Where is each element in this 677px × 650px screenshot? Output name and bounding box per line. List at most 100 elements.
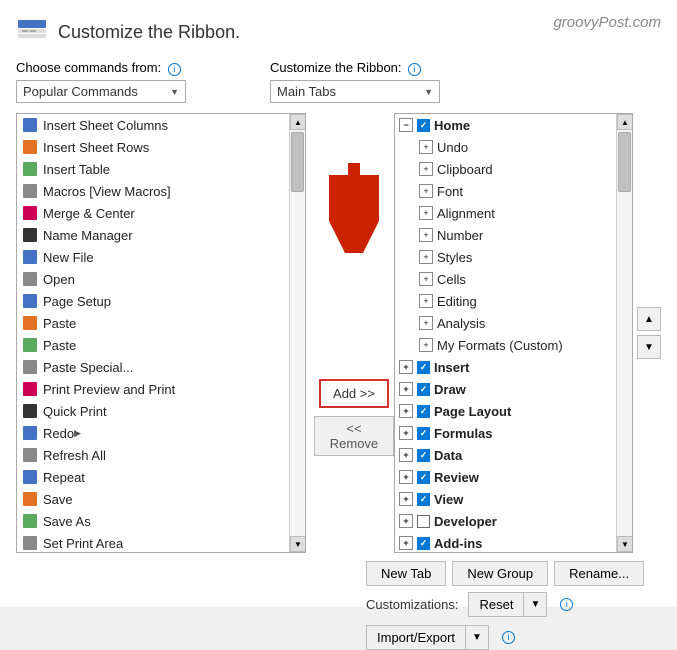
tree-item[interactable]: +Insert [395,356,616,378]
tree-checkbox[interactable] [417,405,430,418]
tree-checkbox[interactable] [417,515,430,528]
list-item[interactable]: Paste [17,334,289,356]
expand-icon[interactable]: + [419,294,433,308]
expand-icon[interactable]: + [419,228,433,242]
left-info-icon[interactable]: i [168,63,181,76]
rename-button[interactable]: Rename... [554,561,644,586]
right-scroll-thumb[interactable] [618,132,631,192]
tree-item[interactable]: +Page Layout [395,400,616,422]
import-export-main[interactable]: Import/Export [367,626,466,649]
expand-icon[interactable]: + [419,272,433,286]
tree-checkbox[interactable] [417,383,430,396]
left-scroll-up[interactable]: ▲ [290,114,306,130]
expand-icon[interactable]: + [419,316,433,330]
tree-checkbox[interactable] [417,119,430,132]
list-item[interactable]: Refresh All [17,444,289,466]
left-dropdown[interactable]: Popular Commands ▼ [16,80,186,103]
list-item[interactable]: Name Manager [17,224,289,246]
list-item[interactable]: Insert Table [17,158,289,180]
tree-item[interactable]: +Cells [395,268,616,290]
expand-icon[interactable]: + [399,492,413,506]
reset-split-button[interactable]: Reset ▼ [468,592,547,617]
expand-icon[interactable]: + [399,360,413,374]
list-item[interactable]: Open [17,268,289,290]
left-scroll-down[interactable]: ▼ [290,536,306,552]
expand-icon[interactable]: + [419,140,433,154]
expand-icon[interactable]: + [399,536,413,550]
right-list-scroll[interactable]: −Home+Undo+Clipboard+Font+Alignment+Numb… [395,114,616,552]
tree-item[interactable]: +Clipboard [395,158,616,180]
expand-icon[interactable]: + [419,250,433,264]
tree-item[interactable]: +Draw [395,378,616,400]
tree-checkbox[interactable] [417,449,430,462]
tree-checkbox[interactable] [417,361,430,374]
right-scroll-down[interactable]: ▼ [617,536,633,552]
list-item[interactable]: Paste Special... [17,356,289,378]
move-up-button[interactable]: ▲ [637,307,661,331]
tree-item[interactable]: +Review [395,466,616,488]
expand-icon[interactable]: + [419,338,433,352]
tree-item[interactable]: +Styles [395,246,616,268]
tree-item[interactable]: +Formulas [395,422,616,444]
list-item[interactable]: Insert Sheet Columns [17,114,289,136]
list-item[interactable]: Macros [View Macros] [17,180,289,202]
tree-item[interactable]: +Add-ins [395,532,616,552]
left-scroll-thumb[interactable] [291,132,304,192]
move-down-button[interactable]: ▼ [637,335,661,359]
left-list-scroll[interactable]: Insert Sheet ColumnsInsert Sheet RowsIns… [17,114,289,552]
collapse-icon[interactable]: − [399,118,413,132]
reset-button-arrow[interactable]: ▼ [524,593,546,616]
tree-checkbox[interactable] [417,493,430,506]
list-item[interactable]: Set Print Area [17,532,289,552]
right-scroll-up[interactable]: ▲ [617,114,633,130]
tree-item[interactable]: +Undo [395,136,616,158]
add-button[interactable]: Add >> [319,379,389,408]
right-scrollbar[interactable]: ▲ ▼ [616,114,632,552]
import-export-arrow[interactable]: ▼ [466,626,488,649]
list-item[interactable]: New File [17,246,289,268]
list-item[interactable]: Merge & Center [17,202,289,224]
remove-button[interactable]: << Remove [314,416,394,456]
tree-item[interactable]: +Developer [395,510,616,532]
item-label: Paste Special... [43,360,133,375]
import-export-info-icon[interactable]: i [502,631,515,644]
left-scrollbar[interactable]: ▲ ▼ [289,114,305,552]
tree-item[interactable]: +Alignment [395,202,616,224]
tree-checkbox[interactable] [417,427,430,440]
list-item[interactable]: Insert Sheet Rows [17,136,289,158]
expand-icon[interactable]: + [399,404,413,418]
tree-checkbox[interactable] [417,537,430,550]
new-tab-button[interactable]: New Tab [366,561,446,586]
tree-item[interactable]: +Editing [395,290,616,312]
tree-item[interactable]: +View [395,488,616,510]
tree-item[interactable]: +Data [395,444,616,466]
import-export-button[interactable]: Import/Export ▼ [366,625,489,650]
list-item[interactable]: Quick Print [17,400,289,422]
list-item[interactable]: Repeat [17,466,289,488]
expand-icon[interactable]: + [419,162,433,176]
tree-item[interactable]: +Number [395,224,616,246]
list-item[interactable]: Page Setup [17,290,289,312]
expand-icon[interactable]: + [419,206,433,220]
expand-icon[interactable]: + [419,184,433,198]
reset-button-main[interactable]: Reset [469,593,524,616]
list-item[interactable]: Print Preview and Print [17,378,289,400]
list-item[interactable]: Save [17,488,289,510]
tree-item[interactable]: +Font [395,180,616,202]
right-dropdown[interactable]: Main Tabs ▼ [270,80,440,103]
expand-icon[interactable]: + [399,448,413,462]
tree-checkbox[interactable] [417,471,430,484]
list-item[interactable]: Paste [17,312,289,334]
list-item[interactable]: Save As [17,510,289,532]
expand-icon[interactable]: + [399,514,413,528]
right-info-icon[interactable]: i [408,63,421,76]
reset-info-icon[interactable]: i [560,598,573,611]
expand-icon[interactable]: + [399,382,413,396]
tree-item[interactable]: +My Formats (Custom) [395,334,616,356]
tree-item[interactable]: +Analysis [395,312,616,334]
new-group-button[interactable]: New Group [452,561,548,586]
list-item[interactable]: Redo ▶ [17,422,289,444]
tree-item[interactable]: −Home [395,114,616,136]
expand-icon[interactable]: + [399,426,413,440]
expand-icon[interactable]: + [399,470,413,484]
